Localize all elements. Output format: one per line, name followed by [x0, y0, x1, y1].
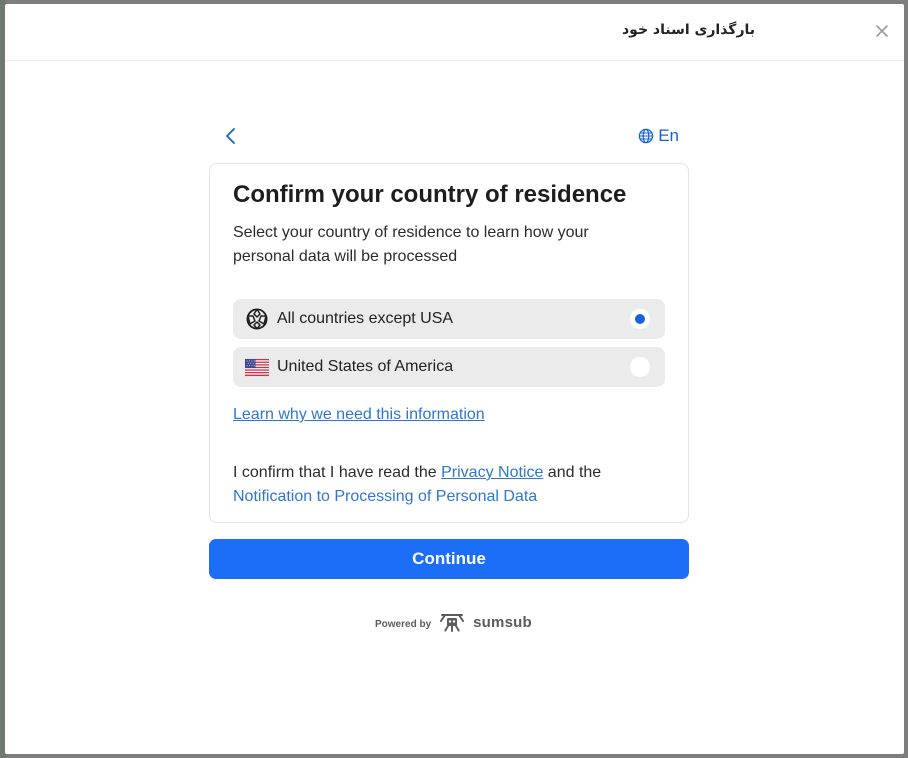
globe-icon — [638, 128, 654, 144]
radio-unselected[interactable] — [630, 357, 650, 377]
close-button[interactable] — [871, 20, 893, 42]
close-icon — [876, 25, 888, 37]
option-label: All countries except USA — [277, 310, 454, 327]
option-label: United States of America — [277, 358, 454, 375]
modal-header: بارگذاری اسناد خود — [5, 4, 904, 61]
card-subtitle: Select your country of residence to lear… — [233, 224, 589, 265]
learn-why-link[interactable]: Learn why we need this information — [233, 406, 485, 424]
chevron-left-icon — [226, 128, 235, 144]
privacy-notice-link[interactable]: Privacy Notice — [441, 464, 543, 481]
sumsub-brand: sumsub — [473, 613, 532, 631]
powered-by-footer: Powered by sumsub — [375, 610, 532, 634]
notification-processing-link[interactable]: Notification to Processing of Personal D… — [233, 488, 537, 505]
sumsub-logo-icon — [439, 611, 465, 633]
radio-selected[interactable] — [630, 309, 650, 329]
continue-button[interactable]: Continue — [209, 539, 689, 579]
nav-row: En — [209, 124, 689, 148]
card-title: Confirm your country of residence — [233, 181, 627, 208]
us-flag-icon — [245, 356, 269, 378]
option-all-countries[interactable]: All countries except USA — [233, 299, 665, 339]
consent-text: I confirm that I have read the Privacy N… — [233, 461, 663, 509]
globe-grid-icon — [245, 308, 269, 330]
option-usa[interactable]: United States of America — [233, 347, 665, 387]
language-selector[interactable]: En — [638, 126, 679, 146]
powered-by-label: Powered by — [375, 618, 432, 630]
language-label: En — [658, 126, 679, 145]
back-button[interactable] — [221, 126, 241, 146]
consent-prefix: I confirm that I have read the — [233, 464, 442, 481]
country-residence-card: Confirm your country of residence Select… — [209, 163, 689, 523]
modal-title: بارگذاری اسناد خود — [622, 22, 756, 38]
consent-middle: and the — [543, 464, 602, 481]
